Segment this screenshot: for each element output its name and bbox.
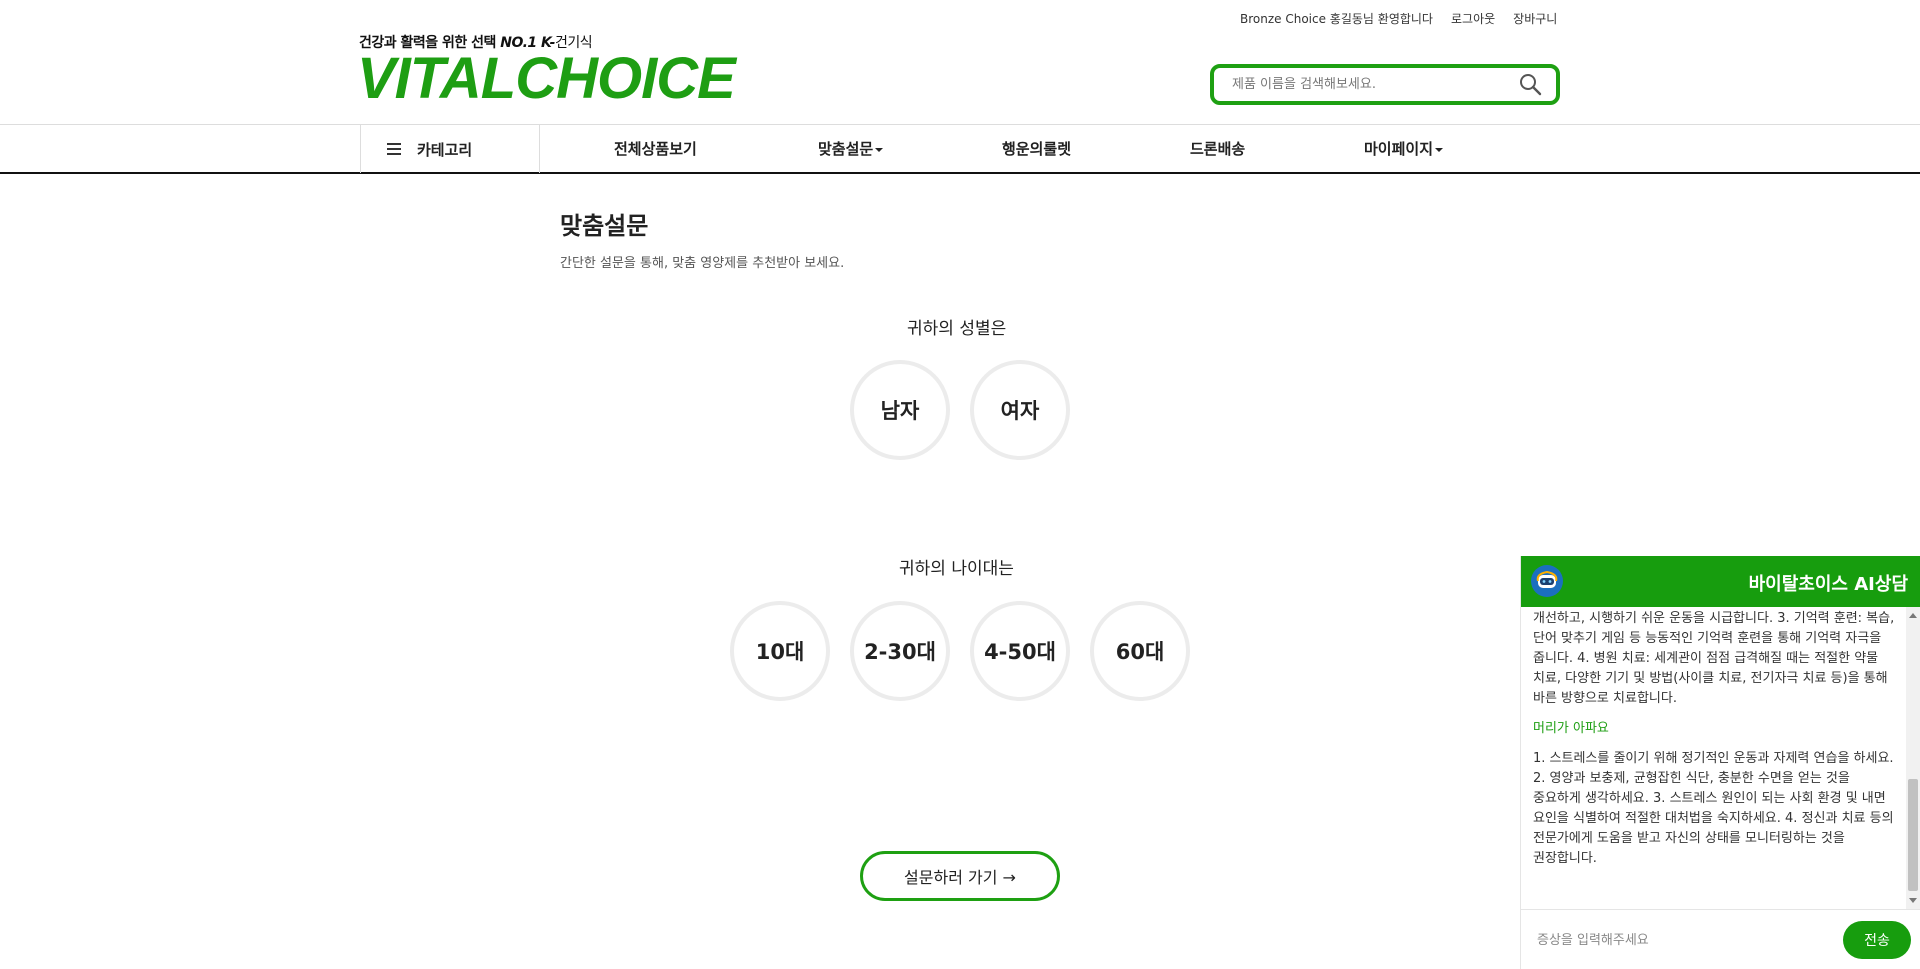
gender-option-female[interactable]: 여자 [970,360,1070,460]
search-input[interactable] [1232,68,1522,101]
chat-input-bar: 전송 [1521,909,1920,969]
chat-header: 바이탈초이스 AI상담 [1521,556,1920,607]
page-title: 맞춤설문 [560,212,649,240]
cart-link[interactable]: 장바구니 [1513,10,1557,27]
age-option-40-50s[interactable]: 4-50대 [970,601,1070,701]
nav-item-survey[interactable]: 맞춤설문 [818,125,884,173]
chevron-down-icon [875,147,884,152]
scroll-up-icon[interactable] [1909,613,1917,618]
search-box [1210,64,1560,105]
page-description: 간단한 설문을 통해, 맞춤 영양제를 추천받아 보세요. [560,256,845,271]
nav-item-drone-delivery[interactable]: 드론배송 [1190,125,1245,173]
search-icon[interactable] [1518,72,1542,96]
logout-link[interactable]: 로그아웃 [1451,10,1495,27]
welcome-text: Bronze Choice 홍길동님 환영합니다 [1240,12,1433,26]
nav-item-all-products[interactable]: 전체상품보기 [614,125,697,173]
chatbot-icon [1531,565,1563,597]
ai-chat-widget: 바이탈초이스 AI상담 개선하고, 시행하기 쉬운 운동을 시급합니다. 3. … [1520,556,1920,969]
chat-scrollbar[interactable] [1906,607,1920,909]
send-button[interactable]: 전송 [1843,921,1911,959]
age-option-10s[interactable]: 10대 [730,601,830,701]
age-option-60s[interactable]: 60대 [1090,601,1190,701]
scroll-down-icon[interactable] [1909,898,1917,903]
main-nav: 카테고리 전체상품보기 맞춤설문 행운의룰렛 드론배송 마이페이지 [0,124,1920,174]
age-question: 귀하의 나이대는 [899,559,1014,579]
scrollbar-thumb[interactable] [1908,779,1918,891]
chat-title: 바이탈초이스 AI상담 [1748,574,1908,595]
chevron-down-icon [1435,147,1444,152]
chat-answer-message: 1. 스트레스를 줄이기 위해 정기적인 운동과 자제력 연습을 하세요. 2.… [1533,751,1894,866]
symptom-input[interactable] [1537,922,1827,958]
hamburger-icon [387,143,401,155]
chat-user-message: 머리가 아파요 [1533,721,1609,736]
nav-item-roulette[interactable]: 행운의룰렛 [1002,125,1071,173]
site-logo[interactable]: VITALCHOICE [357,48,736,110]
nav-item-mypage[interactable]: 마이페이지 [1364,125,1444,173]
utility-links: Bronze Choice 홍길동님 환영합니다 로그아웃 장바구니 [1240,10,1557,27]
go-survey-button[interactable]: 설문하러 가기 → [860,851,1060,901]
chat-messages: 개선하고, 시행하기 쉬운 운동을 시급합니다. 3. 기억력 훈련: 복습, … [1521,607,1907,909]
category-label: 카테고리 [417,140,473,159]
chat-answer-message: 개선하고, 시행하기 쉬운 운동을 시급합니다. 3. 기억력 훈련: 복습, … [1533,611,1895,706]
age-option-20-30s[interactable]: 2-30대 [850,601,950,701]
gender-question: 귀하의 성별은 [907,319,1007,339]
gender-option-male[interactable]: 남자 [850,360,950,460]
category-button[interactable]: 카테고리 [360,125,540,173]
